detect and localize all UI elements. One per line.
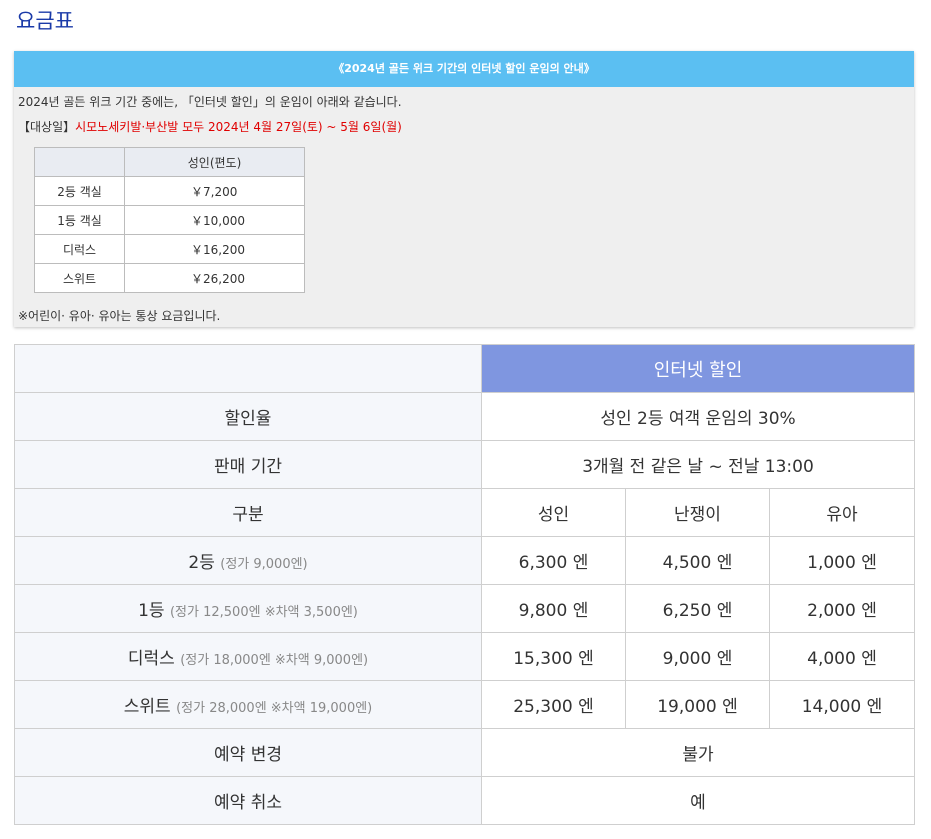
fare-summary-row: 1등 객실 ￥10,000 <box>34 205 305 235</box>
fare-infant: 14,000 엔 <box>769 680 915 729</box>
fare-class-name: 디럭스 <box>127 649 175 669</box>
fare-infant: 1,000 엔 <box>769 536 915 585</box>
fare-row-label: 디럭스 (정가 18,000엔 ※차액 9,000엔) <box>14 632 482 681</box>
fare-summary-row: 스위트 ￥26,200 <box>34 263 305 293</box>
fare-summary-row: 디럭스 ￥16,200 <box>34 234 305 264</box>
reservation-cancel-row: 예약 취소 예 <box>14 776 915 825</box>
fare-class-note: (정가 18,000엔 ※차액 9,000엔) <box>180 653 369 668</box>
fare-summary-corner <box>34 147 125 177</box>
fare-row: 스위트 (정가 28,000엔 ※차액 19,000엔) 25,300 엔 19… <box>14 680 915 729</box>
internet-discount-header: 인터넷 할인 <box>481 344 915 393</box>
cabin-class: 스위트 <box>34 263 125 293</box>
fare-infant: 2,000 엔 <box>769 584 915 633</box>
fare-class-note: (정가 9,000엔) <box>220 557 308 572</box>
page-title: 요금표 <box>16 9 74 33</box>
reservation-cancel-value: 예 <box>481 776 915 825</box>
sale-period-row: 판매 기간 3개월 전 같은 날 ~ 전날 13:00 <box>14 440 915 489</box>
fare-row-label: 스위트 (정가 28,000엔 ※차액 19,000엔) <box>14 680 482 729</box>
target-dates-value: 시모노세키발·부산발 모두 2024년 4월 27일(토) ~ 5월 6일(월) <box>75 120 402 134</box>
sale-period-value: 3개월 전 같은 날 ~ 전날 13:00 <box>481 440 915 489</box>
notice-description: 2024년 골든 위크 기간 중에는, 「인터넷 할인」의 운임이 아래와 같습… <box>18 95 402 109</box>
header-row: 인터넷 할인 <box>14 344 915 393</box>
target-dates-label: 【대상일】 <box>18 120 76 134</box>
fare-class-note: (정가 12,500엔 ※차액 3,500엔) <box>169 605 358 620</box>
internet-discount-table: 인터넷 할인 할인율 성인 2등 여객 운임의 30% 판매 기간 3개월 전 … <box>14 344 915 825</box>
fare-class-name: 1등 <box>138 601 165 621</box>
cabin-class: 디럭스 <box>34 234 125 264</box>
fare-child: 4,500 엔 <box>625 536 770 585</box>
cabin-class: 1등 객실 <box>34 205 125 235</box>
fare-infant: 4,000 엔 <box>769 632 915 681</box>
fare-summary-table: 성인(편도) 2등 객실 ￥7,200 1등 객실 ￥10,000 디럭스 ￥1… <box>34 147 305 293</box>
fare-class-name: 스위트 <box>123 697 171 717</box>
notice-header: 《2024년 골든 위크 기간의 인터넷 할인 운임의 안내》 <box>14 51 914 87</box>
fare-row-label: 1등 (정가 12,500엔 ※차액 3,500엔) <box>14 584 482 633</box>
notice-box: 《2024년 골든 위크 기간의 인터넷 할인 운임의 안내》 2024년 골든… <box>14 51 914 327</box>
discount-rate-row: 할인율 성인 2등 여객 운임의 30% <box>14 392 915 441</box>
notice-note: ※어린이· 유아· 유아는 통상 요금입니다. <box>18 309 221 323</box>
reservation-change-label: 예약 변경 <box>14 728 482 777</box>
fare-adult: 15,300 엔 <box>481 632 626 681</box>
reservation-change-row: 예약 변경 불가 <box>14 728 915 777</box>
fare-adult: 9,800 엔 <box>481 584 626 633</box>
cabin-class: 2등 객실 <box>34 176 125 206</box>
discount-rate-label: 할인율 <box>14 392 482 441</box>
fare-adult: 25,300 엔 <box>481 680 626 729</box>
column-infant: 유아 <box>769 488 915 537</box>
cabin-price: ￥16,200 <box>124 234 305 264</box>
fare-adult: 6,300 엔 <box>481 536 626 585</box>
fare-child: 9,000 엔 <box>625 632 770 681</box>
category-label: 구분 <box>14 488 482 537</box>
cabin-price: ￥26,200 <box>124 263 305 293</box>
reservation-change-value: 불가 <box>481 728 915 777</box>
cabin-price: ￥10,000 <box>124 205 305 235</box>
fare-row-label: 2등 (정가 9,000엔) <box>14 536 482 585</box>
category-row: 구분 성인 난쟁이 유아 <box>14 488 915 537</box>
fare-summary-row: 2등 객실 ￥7,200 <box>34 176 305 206</box>
sale-period-label: 판매 기간 <box>14 440 482 489</box>
notice-target-dates: 【대상일】시모노세키발·부산발 모두 2024년 4월 27일(토) ~ 5월 … <box>18 118 402 135</box>
fare-class-note: (정가 28,000엔 ※차액 19,000엔) <box>176 701 373 716</box>
reservation-cancel-label: 예약 취소 <box>14 776 482 825</box>
discount-rate-value: 성인 2등 여객 운임의 30% <box>481 392 915 441</box>
fare-summary-header: 성인(편도) <box>124 147 305 177</box>
fare-child: 6,250 엔 <box>625 584 770 633</box>
fare-row: 1등 (정가 12,500엔 ※차액 3,500엔) 9,800 엔 6,250… <box>14 584 915 633</box>
fare-summary-header-row: 성인(편도) <box>34 147 305 177</box>
fare-row: 디럭스 (정가 18,000엔 ※차액 9,000엔) 15,300 엔 9,0… <box>14 632 915 681</box>
header-blank-cell <box>14 344 482 393</box>
fare-class-name: 2등 <box>188 553 215 573</box>
column-child: 난쟁이 <box>625 488 770 537</box>
column-adult: 성인 <box>481 488 626 537</box>
cabin-price: ￥7,200 <box>124 176 305 206</box>
fare-child: 19,000 엔 <box>625 680 770 729</box>
fare-row: 2등 (정가 9,000엔) 6,300 엔 4,500 엔 1,000 엔 <box>14 536 915 585</box>
